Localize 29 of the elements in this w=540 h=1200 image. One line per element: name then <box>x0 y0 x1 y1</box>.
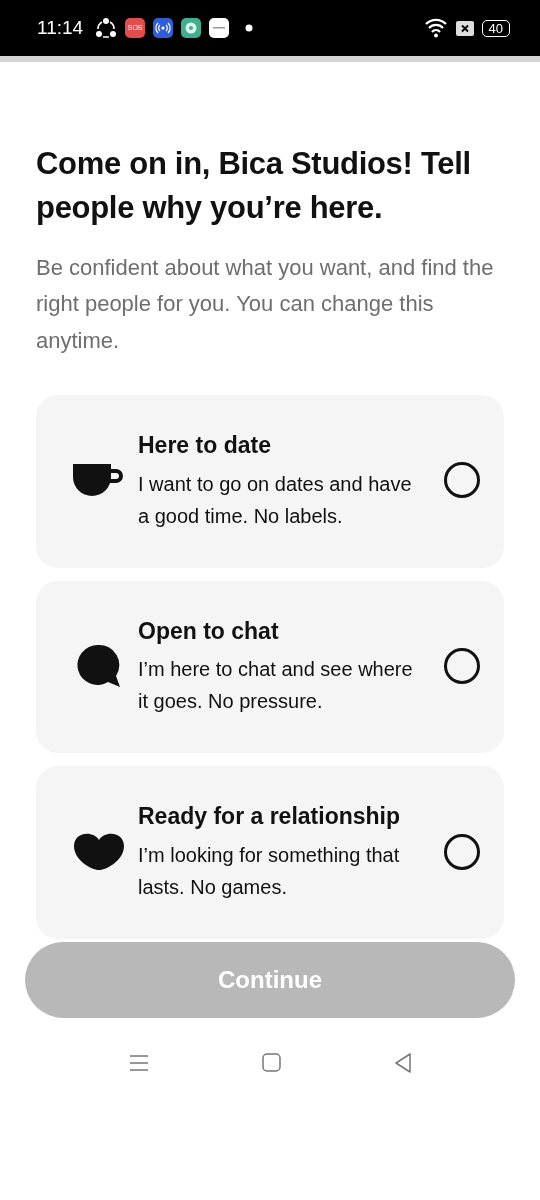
battery-level: 40 <box>481 19 510 37</box>
no-sim-icon <box>455 20 474 36</box>
dot-icon <box>245 24 254 32</box>
option-card[interactable]: Ready for a relationship I’m looking for something that lasts. No games. <box>36 766 504 939</box>
radio-button[interactable] <box>444 833 480 870</box>
share-icon <box>95 17 118 39</box>
option-title: Ready for a relationship <box>138 802 401 832</box>
page-subtitle: Be confident about what you want, and find the right people for you. You can change this anytime. <box>36 254 495 355</box>
option-card[interactable]: Here to date I want to go on dates and have a good time. No labels. <box>36 394 504 568</box>
option-description: I want to go on dates and have a good time. No labels. <box>138 471 413 529</box>
speech-bubble-icon <box>76 642 122 689</box>
page-title: Come on in, Bica Studios! Tell people why you’re here. <box>36 145 472 227</box>
option-description: I’m here to chat and see where it goes. No pressure. <box>138 657 414 715</box>
status-time: 11:14 <box>37 15 84 40</box>
radio-button[interactable] <box>444 462 480 499</box>
heart-icon <box>73 831 125 872</box>
menu-icon[interactable] <box>128 1053 149 1072</box>
cup-icon <box>72 463 126 498</box>
wifi-icon <box>423 18 448 38</box>
option-card[interactable]: Open to chat I’m here to chat and see where it goes. No pressure. <box>36 580 504 754</box>
broadcast-app-icon <box>153 18 174 38</box>
back-icon[interactable] <box>393 1052 412 1073</box>
option-title: Open to chat <box>138 616 280 646</box>
chat-app-icon <box>181 18 202 38</box>
home-icon[interactable] <box>261 1053 281 1073</box>
app-icon <box>209 18 230 38</box>
option-title: Here to date <box>138 430 272 460</box>
radio-button[interactable] <box>444 647 480 684</box>
option-description: I’m looking for something that lasts. No games. <box>138 842 401 900</box>
